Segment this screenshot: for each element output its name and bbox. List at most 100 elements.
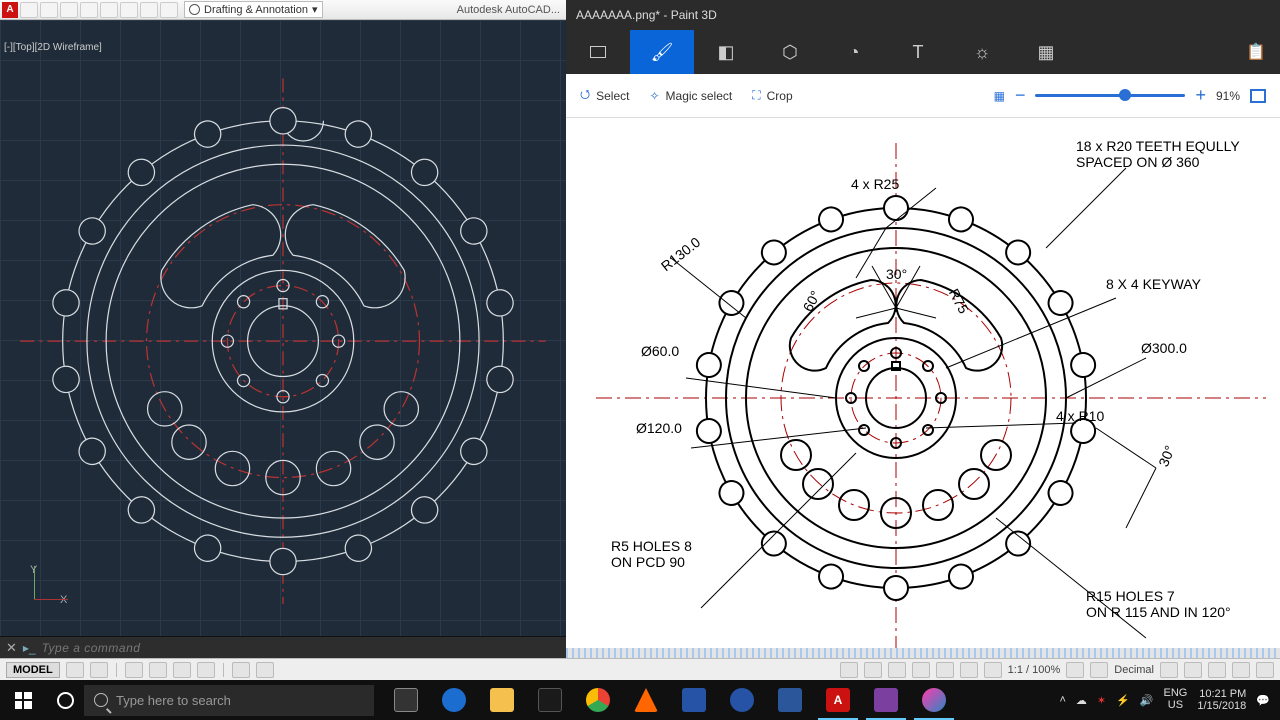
tab-canvas[interactable]: ▦ [1014, 30, 1078, 74]
cube-icon: ⬡ [782, 42, 798, 63]
tool-select[interactable]: ⭯ Select [580, 85, 629, 106]
command-placeholder: Type a command [42, 641, 141, 655]
zoom-thumb[interactable] [1119, 89, 1131, 101]
status-model[interactable]: MODEL [6, 662, 60, 678]
autocad-command-line[interactable]: ✕ ▸_ Type a command [0, 636, 566, 658]
status-btn[interactable] [1090, 662, 1108, 678]
autocad-gear-drawing [0, 20, 566, 636]
fit-screen-icon[interactable] [1250, 89, 1266, 103]
status-scale[interactable]: 1:1 / 100% [1008, 664, 1061, 676]
dim-d60: Ø60.0 [641, 343, 679, 359]
autocad-window: A Drafting & Annotation ▾ Autodesk AutoC… [0, 0, 566, 680]
dim-r5: R5 HOLES 8 ON PCD 90 [611, 538, 692, 570]
status-snap-icon[interactable] [90, 662, 108, 678]
status-otrack-icon[interactable] [197, 662, 215, 678]
workspace-dropdown[interactable]: Drafting & Annotation ▾ [184, 1, 323, 18]
app-vlc[interactable] [622, 680, 670, 720]
qat-redo[interactable] [160, 2, 178, 18]
tray-volume-icon[interactable]: 🔊 [1140, 694, 1154, 707]
status-btn[interactable] [1066, 662, 1084, 678]
status-osnap-icon[interactable] [173, 662, 191, 678]
qat-open[interactable] [40, 2, 58, 18]
zoom-out-button[interactable]: − [1015, 85, 1026, 106]
cortana-icon [57, 692, 74, 709]
autocad-statusbar: MODEL 1:1 / 100% Decimal [0, 658, 1280, 680]
tray-onedrive-icon[interactable]: ☁ [1076, 694, 1087, 707]
qat-new[interactable] [20, 2, 38, 18]
tab-2d-shapes[interactable]: ◧ [694, 30, 758, 74]
status-lwt-icon[interactable] [232, 662, 250, 678]
status-btn[interactable] [1184, 662, 1202, 678]
zoom-slider[interactable] [1035, 94, 1185, 97]
status-btn[interactable] [1232, 662, 1250, 678]
tab-effects[interactable]: ☼ [950, 30, 1014, 74]
autocad-logo[interactable]: A [2, 2, 18, 18]
taskbar-search[interactable]: Type here to search [84, 685, 374, 716]
tray-language[interactable]: ENG US [1164, 688, 1188, 711]
app-store[interactable] [526, 680, 574, 720]
paint3d-canvas[interactable]: 4 x R25 18 x R20 TEETH EQULLY SPACED ON … [566, 118, 1280, 658]
app-edge[interactable] [430, 680, 478, 720]
view-label[interactable]: [-][Top][2D Wireframe] [4, 42, 102, 53]
gear-icon [189, 4, 200, 15]
autocad-title: Autodesk AutoCAD... [457, 4, 560, 16]
close-icon[interactable]: ✕ [6, 640, 17, 656]
status-btn[interactable] [1160, 662, 1178, 678]
tab-text[interactable]: T [886, 30, 950, 74]
qat-save[interactable] [60, 2, 78, 18]
app-settings[interactable] [718, 680, 766, 720]
status-btn[interactable] [1208, 662, 1226, 678]
qat-plot[interactable] [100, 2, 118, 18]
start-button[interactable] [0, 680, 46, 720]
status-customize-icon[interactable] [1256, 662, 1274, 678]
status-btn[interactable] [888, 662, 906, 678]
tool-select-label: Select [596, 89, 629, 103]
status-polar-icon[interactable] [149, 662, 167, 678]
status-btn[interactable] [960, 662, 978, 678]
status-grid-icon[interactable] [66, 662, 84, 678]
tab-brushes[interactable]: 🖌 [630, 30, 694, 74]
tool-magic-select[interactable]: ✧ Magic select [649, 89, 732, 103]
grid-icon[interactable]: ▦ [994, 89, 1005, 103]
status-ortho-icon[interactable] [125, 662, 143, 678]
app-autocad[interactable]: A [814, 680, 862, 720]
tool-crop[interactable]: ⛶ Crop [752, 88, 792, 103]
zoom-in-button[interactable]: + [1195, 85, 1206, 106]
tray-antivirus-icon[interactable]: ✶ [1097, 694, 1106, 707]
status-btn[interactable] [840, 662, 858, 678]
tray-wifi-icon[interactable]: ⚡ [1116, 694, 1130, 707]
cursor-icon: ⭯ [580, 85, 590, 106]
qat-undo[interactable] [140, 2, 158, 18]
autocad-model-canvas[interactable]: [-][Top][2D Wireframe] [0, 20, 566, 636]
status-btn[interactable] [936, 662, 954, 678]
qat-print[interactable] [120, 2, 138, 18]
ucs-icon[interactable] [34, 562, 72, 600]
qat-saveas[interactable] [80, 2, 98, 18]
app-paint3d[interactable] [910, 680, 958, 720]
status-units[interactable]: Decimal [1114, 664, 1154, 676]
tab-3d-shapes[interactable]: ⬡ [758, 30, 822, 74]
paint3d-window: AAAAAAA.png* - Paint 3D 🖌 ◧ ⬡ ◔ T ☼ ▦ 📋 … [566, 0, 1280, 658]
workspace-label: Drafting & Annotation [204, 4, 308, 16]
system-tray: ˄ ☁ ✶ ⚡ 🔊 ENG US 10:21 PM 1/15/2018 💬 [1049, 688, 1280, 712]
tray-chevron-icon[interactable]: ˄ [1059, 694, 1065, 706]
app-taskview[interactable] [382, 680, 430, 720]
app-calculator[interactable] [670, 680, 718, 720]
dim-a30: 30° [886, 266, 907, 282]
prompt-icon: ▸_ [23, 641, 36, 655]
app-explorer[interactable] [478, 680, 526, 720]
tray-clock[interactable]: 10:21 PM 1/15/2018 [1197, 688, 1246, 712]
app-chrome[interactable] [574, 680, 622, 720]
tab-menu[interactable] [566, 30, 630, 74]
status-btn[interactable] [912, 662, 930, 678]
app-word[interactable] [766, 680, 814, 720]
status-btn[interactable] [984, 662, 1002, 678]
app-photos[interactable] [862, 680, 910, 720]
tab-stickers[interactable]: ◔ [822, 30, 886, 74]
status-transparency-icon[interactable] [256, 662, 274, 678]
status-btn[interactable] [864, 662, 882, 678]
cortana-button[interactable] [46, 680, 84, 720]
tray-notifications-icon[interactable]: 💬 [1256, 694, 1270, 707]
paste-button[interactable]: 📋 [1232, 30, 1280, 74]
paint3d-title-text: AAAAAAA.png* - Paint 3D [576, 8, 717, 22]
